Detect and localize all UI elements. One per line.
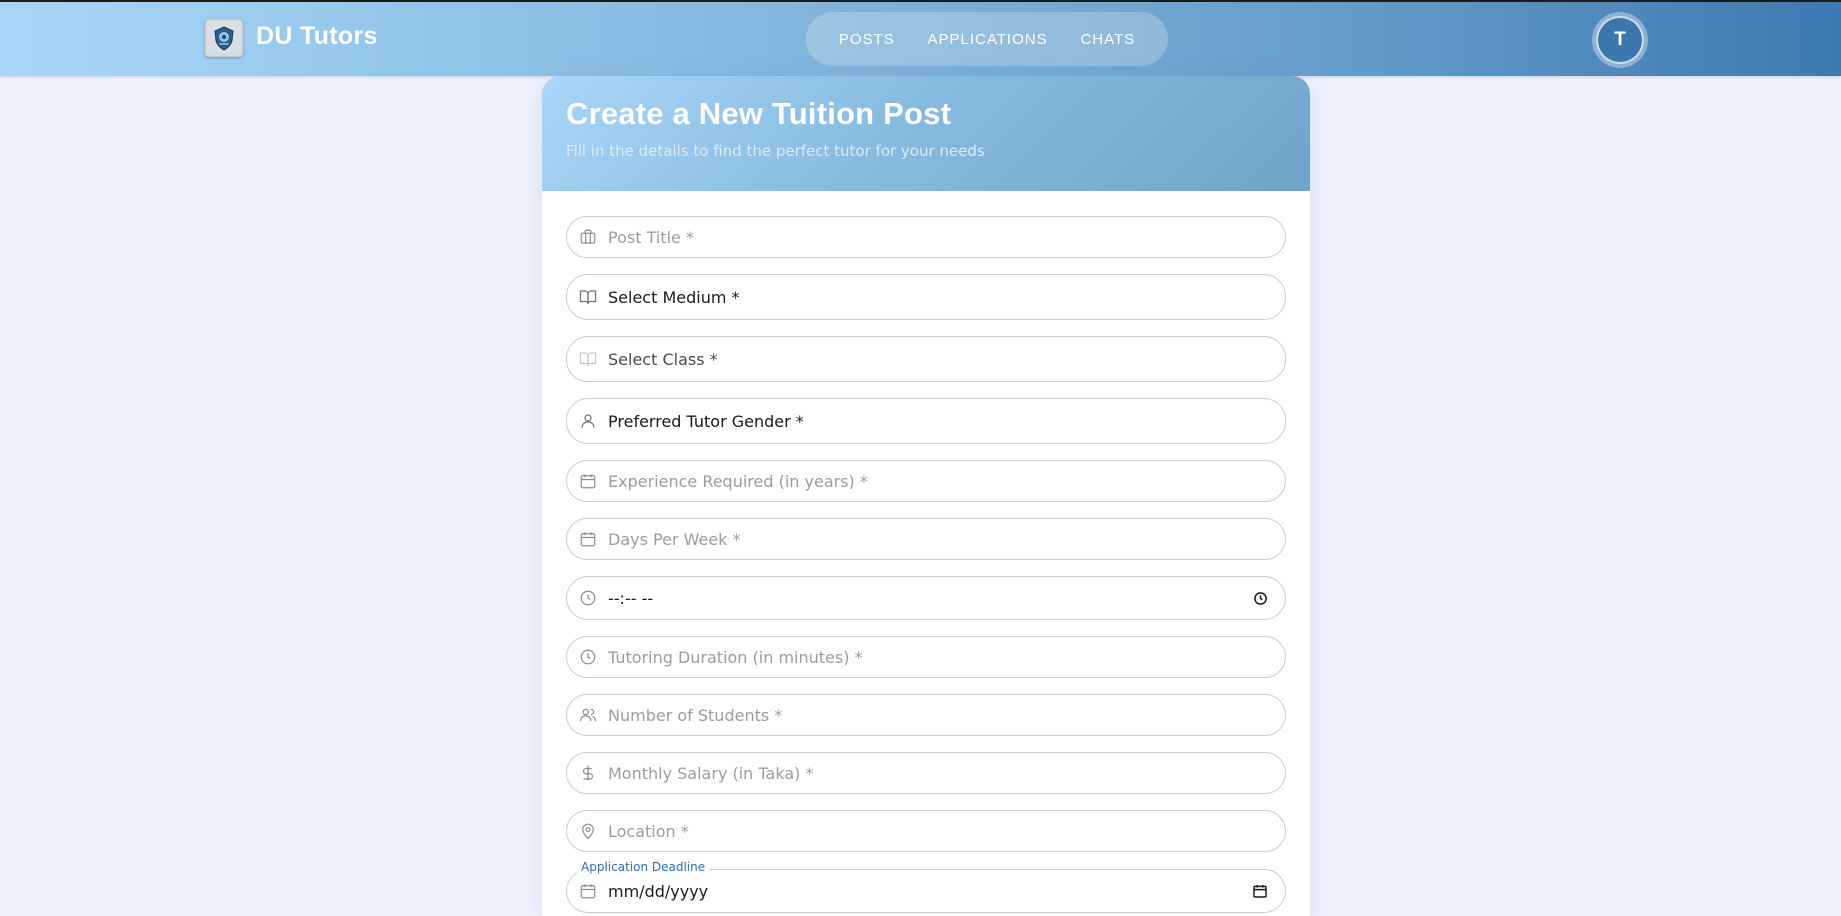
dollar-icon xyxy=(578,763,598,783)
experience-placeholder: Experience Required (in years) * xyxy=(608,471,868,491)
user-avatar[interactable]: T xyxy=(1596,16,1644,64)
tutor-gender-value: Preferred Tutor Gender * xyxy=(608,411,804,431)
application-deadline-value: mm/dd/yyyy xyxy=(608,881,709,901)
monthly-salary-input[interactable]: Monthly Salary (in Taka) * xyxy=(566,752,1286,794)
tutoring-time-input[interactable]: --:-- -- xyxy=(566,576,1286,620)
calendar-icon xyxy=(578,881,598,901)
briefcase-icon xyxy=(578,227,598,247)
class-select[interactable]: Select Class * xyxy=(566,336,1286,382)
brand-name[interactable]: DU Tutors xyxy=(256,22,378,51)
book-open-icon xyxy=(578,349,598,369)
logo-icon[interactable] xyxy=(205,19,243,57)
main-nav: POSTS APPLICATIONS CHATS xyxy=(806,12,1168,66)
days-per-week-placeholder: Days Per Week * xyxy=(608,529,741,549)
top-navbar: DU Tutors POSTS APPLICATIONS CHATS T xyxy=(0,0,1841,76)
date-picker-icon[interactable] xyxy=(1251,882,1269,900)
number-of-students-input[interactable]: Number of Students * xyxy=(566,694,1286,736)
calendar-icon xyxy=(578,529,598,549)
user-icon xyxy=(578,411,598,431)
map-pin-icon xyxy=(578,821,598,841)
page-subtitle: Fill in the details to find the perfect … xyxy=(566,142,985,160)
card-header: Create a New Tuition Post Fill in the de… xyxy=(542,76,1310,191)
post-title-input[interactable]: Post Title * xyxy=(566,216,1286,258)
application-deadline-input[interactable]: Application Deadline mm/dd/yyyy xyxy=(566,860,1286,913)
nav-posts[interactable]: POSTS xyxy=(839,31,895,48)
medium-value: Select Medium * xyxy=(608,287,740,307)
number-of-students-placeholder: Number of Students * xyxy=(608,705,783,725)
create-post-card: Create a New Tuition Post Fill in the de… xyxy=(542,76,1310,916)
calendar-icon xyxy=(578,471,598,491)
duration-input[interactable]: Tutoring Duration (in minutes) * xyxy=(566,636,1286,678)
location-placeholder: Location * xyxy=(608,821,689,841)
application-deadline-label: Application Deadline xyxy=(577,860,710,874)
clock-icon xyxy=(578,588,598,608)
post-title-placeholder: Post Title * xyxy=(608,227,694,247)
tutoring-time-value: --:-- -- xyxy=(608,588,654,608)
medium-select[interactable]: Select Medium * xyxy=(566,274,1286,320)
tutor-gender-select[interactable]: Preferred Tutor Gender * xyxy=(566,398,1286,444)
experience-input[interactable]: Experience Required (in years) * xyxy=(566,460,1286,502)
page-title: Create a New Tuition Post xyxy=(566,96,952,131)
duration-placeholder: Tutoring Duration (in minutes) * xyxy=(608,647,863,667)
time-picker-icon[interactable] xyxy=(1251,589,1269,607)
book-open-icon xyxy=(578,287,598,307)
users-icon xyxy=(578,705,598,725)
class-value: Select Class * xyxy=(608,349,718,369)
monthly-salary-placeholder: Monthly Salary (in Taka) * xyxy=(608,763,814,783)
location-input[interactable]: Location * xyxy=(566,810,1286,852)
nav-chats[interactable]: CHATS xyxy=(1080,31,1135,48)
nav-applications[interactable]: APPLICATIONS xyxy=(928,31,1048,48)
clock-icon xyxy=(578,647,598,667)
days-per-week-input[interactable]: Days Per Week * xyxy=(566,518,1286,560)
